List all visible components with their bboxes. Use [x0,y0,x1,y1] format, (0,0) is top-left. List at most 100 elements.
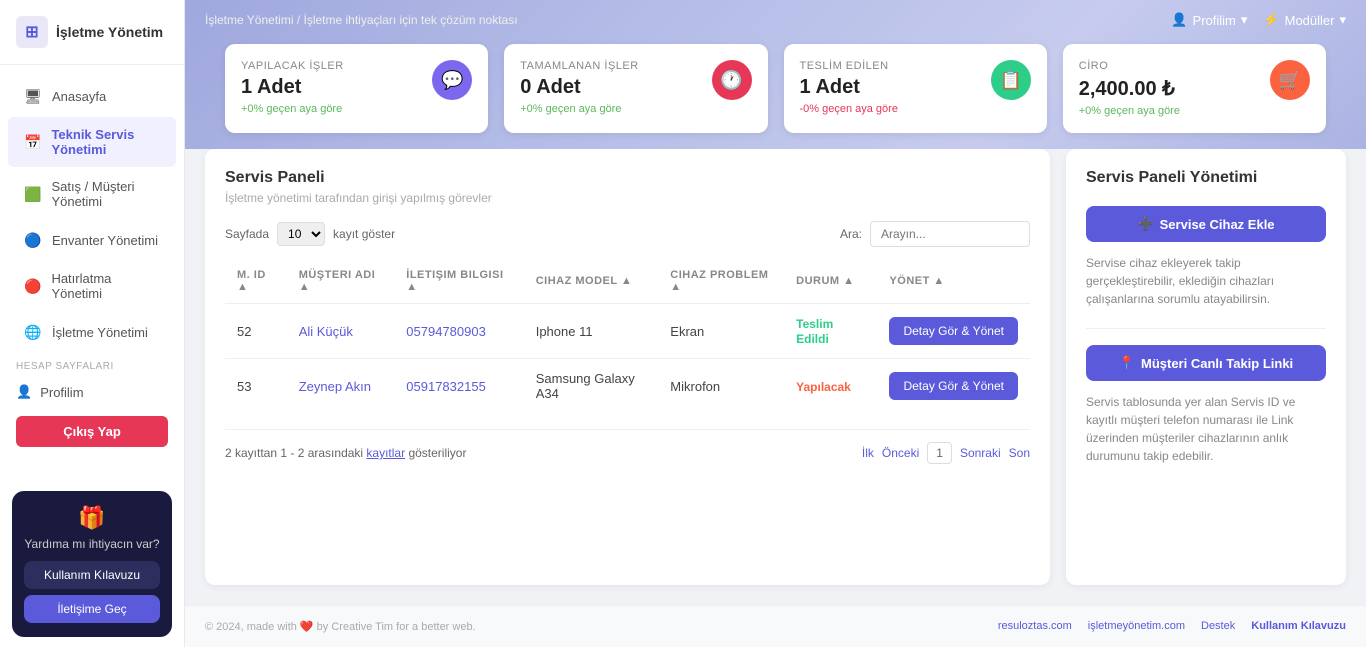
section-label: HESAP SAYFALARI [0,353,184,376]
stat-label-2: TESLİM EDİLEN [800,60,898,72]
sidebar-item-label: Teknik Servis Yönetimi [51,127,160,157]
search-label: Ara: [840,227,862,241]
pagination-onceki[interactable]: Önceki [882,446,919,460]
sidebar: ⊞ İşletme Yönetim 🖥 Anasayfa 📅 Teknik Se… [0,0,185,647]
inventory-icon: 🔵 [24,231,42,249]
cell-manage[interactable]: Detay Gör & Yönet [877,359,1030,414]
topbar: İşletme Yönetimi / İşletme ihtiyaçları i… [185,0,1366,149]
footer-links: resuloztas.com işletmeyönetim.com Destek… [998,620,1346,633]
main-content: İşletme Yönetimi / İşletme ihtiyaçları i… [185,0,1366,647]
sidebar-item-label: Anasayfa [52,89,106,104]
stat-change-0: +0% geçen aya göre [241,103,344,115]
tracking-link-desc: Servis tablosunda yer alan Servis ID ve … [1086,393,1326,465]
divider [1086,328,1326,329]
add-device-desc: Servise cihaz ekleyerek takip gerçekleşt… [1086,254,1326,308]
plus-icon: ➕ [1137,216,1153,232]
sidebar-profile[interactable]: 👤 Profilim [0,376,184,408]
show-label: Sayfada [225,227,269,241]
sidebar-logo: ⊞ İşletme Yönetim [0,0,184,65]
profile-icon: 👤 [16,384,32,400]
col-manage: Yönet ▲ [877,259,1030,304]
guide-button[interactable]: Kullanım Kılavuzu [24,561,160,589]
profile-menu[interactable]: 👤 Profilim ▾ [1171,12,1247,28]
sidebar-logo-text: İşletme Yönetim [56,24,163,40]
cell-name: Zeynep Akın [287,359,395,414]
footer-link-2[interactable]: Destek [1201,620,1235,633]
logo-icon: ⊞ [16,16,48,48]
home-icon: 🖥 [24,87,42,105]
tracking-link-button[interactable]: 📍 Müşteri Canlı Takip Linki [1086,345,1326,381]
sidebar-item-teknik[interactable]: 📅 Teknik Servis Yönetimi [8,117,176,167]
cell-problem: Mikrofon [658,359,784,414]
sidebar-item-hatirlatma[interactable]: 🔴 Hatırlatma Yönetimi [8,261,176,311]
sidebar-item-envanter[interactable]: 🔵 Envanter Yönetimi [8,221,176,259]
cell-manage[interactable]: Detay Gör & Yönet [877,304,1030,359]
search-input[interactable] [870,221,1030,247]
cell-problem: Ekran [658,304,784,359]
records-select[interactable]: 10 25 50 [277,222,325,246]
cell-status: Teslim Edildi [784,304,877,359]
add-device-button[interactable]: ➕ Servise Cihaz Ekle [1086,206,1326,242]
sidebar-item-isletme[interactable]: 🌐 İşletme Yönetimi [8,313,176,351]
main-panel: Servis Paneli İşletme yönetimi tarafında… [205,149,1050,585]
footer-copyright: © 2024, made with ❤️ by Creative Tim for… [205,620,476,633]
manage-button[interactable]: Detay Gör & Yönet [889,372,1018,400]
pagination-son[interactable]: Son [1009,446,1030,460]
stat-change-2: -0% geçen aya göre [800,103,898,115]
pagination-ilk[interactable]: İlk [862,446,874,460]
stat-change-1: +0% geçen aya göre [520,103,638,115]
reminder-icon: 🔴 [24,277,41,295]
business-icon: 🌐 [24,323,42,341]
pagination-info: 2 kayıttan 1 - 2 arasındaki kayıtlar gös… [225,446,854,460]
pagination-page: 1 [927,442,952,464]
body-area: Servis Paneli İşletme yönetimi tarafında… [185,149,1366,605]
logout-button[interactable]: Çıkış Yap [16,416,168,447]
breadcrumb: İşletme Yönetimi / İşletme ihtiyaçları i… [205,13,518,27]
footer-link-1[interactable]: işletmeyönetim.com [1088,620,1185,633]
side-panel: Servis Paneli Yönetimi ➕ Servise Cihaz E… [1066,149,1346,585]
calendar-icon: 📅 [24,133,41,151]
modules-menu[interactable]: ⚡ Modüller ▾ [1263,12,1346,28]
sales-icon: 🟩 [24,185,41,203]
sidebar-menu: 🖥 Anasayfa 📅 Teknik Servis Yönetimi 🟩 Sa… [0,65,184,481]
manage-button[interactable]: Detay Gör & Yönet [889,317,1018,345]
pagination-sonraki[interactable]: Sonraki [960,446,1001,460]
stats-row: YAPILACAK İŞLER 1 Adet +0% geçen aya gör… [205,28,1346,149]
sidebar-item-satis[interactable]: 🟩 Satış / Müşteri Yönetimi [8,169,176,219]
sidebar-help: 🎁 Yardıma mı ihtiyacın var? Kullanım Kıl… [12,491,172,637]
panel-title: Servis Paneli [225,169,1030,187]
stat-icon-1: 🕐 [712,60,752,100]
stat-label-0: YAPILACAK İŞLER [241,60,344,72]
stat-value-2: 1 Adet [800,76,898,99]
side-panel-title: Servis Paneli Yönetimi [1086,169,1326,187]
user-icon: 👤 [1171,12,1187,28]
stat-card-tamamlanan: TAMAMLANAN İŞLER 0 Adet +0% geçen aya gö… [504,44,767,133]
show-records: Sayfada 10 25 50 kayıt göster [225,222,395,246]
stat-card-ciro: CİRO 2,400.00 ₺ +0% geçen aya göre 🛒 [1063,44,1326,133]
help-icon: 🎁 [24,505,160,531]
table-controls: Sayfada 10 25 50 kayıt göster Ara: [225,221,1030,247]
sidebar-item-anasayfa[interactable]: 🖥 Anasayfa [8,77,176,115]
stat-value-0: 1 Adet [241,76,344,99]
stat-change-3: +0% geçen aya göre [1079,105,1180,117]
col-status: Durum ▲ [784,259,877,304]
topbar-nav: İşletme Yönetimi / İşletme ihtiyaçları i… [205,12,1346,28]
col-problem: Cihaz Problem ▲ [658,259,784,304]
topbar-right: 👤 Profilim ▾ ⚡ Modüller ▾ [1171,12,1346,28]
cell-status: Yapılacak [784,359,877,414]
footer-link-0[interactable]: resuloztas.com [998,620,1072,633]
footer-link-3[interactable]: Kullanım Kılavuzu [1251,620,1346,633]
sidebar-item-label: İşletme Yönetimi [52,325,148,340]
modules-label: Modüller [1285,13,1335,28]
stat-label-1: TAMAMLANAN İŞLER [520,60,638,72]
sidebar-item-label: Satış / Müşteri Yönetimi [51,179,160,209]
stat-value-1: 0 Adet [520,76,638,99]
footer: © 2024, made with ❤️ by Creative Tim for… [185,605,1366,647]
col-name: Müşteri Adı ▲ [287,259,395,304]
stat-card-teslim: TESLİM EDİLEN 1 Adet -0% geçen aya göre … [784,44,1047,133]
chevron-down-icon2: ▾ [1339,12,1346,28]
cell-id: 52 [225,304,287,359]
contact-button[interactable]: İletişime Geç [24,595,160,623]
stat-icon-2: 📋 [991,60,1031,100]
tracking-link-label: Müşteri Canlı Takip Linki [1141,356,1293,371]
